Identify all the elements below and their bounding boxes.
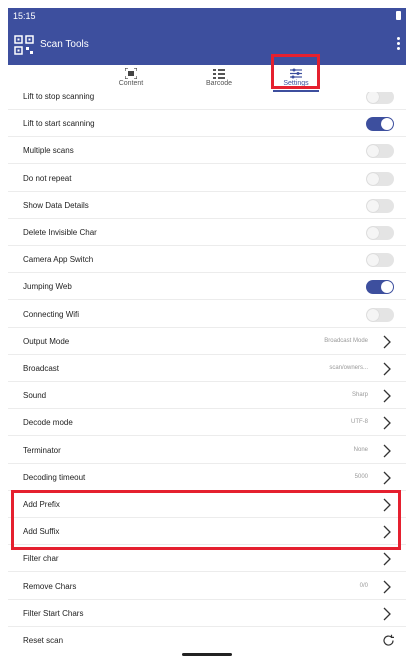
tab-content[interactable]: Content [86, 65, 176, 92]
setting-label: Delete Invisible Char [23, 228, 97, 237]
setting-row-filter-start-chars[interactable]: Filter Start Chars [8, 600, 406, 627]
setting-row-connecting-wifi[interactable]: Connecting Wifi [8, 301, 406, 328]
setting-label: Remove Chars [23, 581, 77, 591]
setting-label: Camera App Switch [23, 255, 94, 265]
scan-icon [125, 68, 137, 79]
chevron-right-icon [383, 389, 391, 403]
setting-label: Multiple scans [23, 146, 74, 156]
setting-row-broadcast[interactable]: Broadcast scan/owners... [8, 355, 406, 382]
chevron-right-icon [383, 335, 391, 349]
toggle-knob [367, 227, 379, 239]
setting-label: Reset scan [23, 636, 64, 645]
toggle-knob [381, 281, 393, 294]
chevron-right-icon [383, 416, 391, 430]
chevron-right-icon [383, 362, 391, 376]
setting-label: Broadcast [23, 364, 60, 373]
toggle-knob [381, 118, 393, 131]
setting-row-do-not-repeat[interactable]: Do not repeat [8, 165, 406, 192]
toggle-knob [367, 199, 379, 212]
setting-label: Filter char [23, 554, 59, 564]
setting-row-jumping-web[interactable]: Jumping Web [8, 273, 406, 301]
lift-to-start-scanning-toggle[interactable] [366, 117, 394, 132]
toggle-knob [367, 172, 379, 185]
setting-label: Sound [23, 391, 47, 401]
setting-value: None [353, 446, 368, 453]
setting-row-decode-mode[interactable]: Decode mode UTF-8 [8, 409, 406, 437]
setting-row-lift-to-stop-scanning[interactable]: Lift to stop scanning [8, 92, 406, 110]
toggle-knob [367, 145, 379, 158]
setting-label: Terminator [23, 445, 61, 455]
app-title: Scan Tools [40, 39, 89, 50]
setting-row-reset-scan[interactable]: Reset scan [8, 627, 406, 652]
settings-tab-highlight [271, 54, 320, 89]
setting-value: scan/owners... [329, 365, 368, 371]
navigation-bar [8, 652, 406, 657]
status-bar: 15:15 [8, 8, 406, 25]
setting-label: Jumping Web [23, 282, 72, 292]
setting-value: 5000 [354, 473, 368, 480]
setting-label: Connecting Wifi [23, 309, 80, 319]
chevron-right-icon [383, 580, 391, 594]
show-data-details-toggle[interactable] [366, 198, 394, 213]
setting-label: Lift to stop scanning [23, 92, 95, 101]
connecting-wifi-toggle[interactable] [366, 307, 394, 322]
setting-row-terminator[interactable]: Terminator None [8, 437, 406, 464]
toggle-knob [367, 254, 379, 267]
multiple-scans-toggle[interactable] [366, 144, 394, 159]
toggle-knob [367, 92, 379, 103]
app-bar: Scan Tools [8, 25, 406, 65]
refresh-icon[interactable] [382, 634, 395, 647]
tab-label: Content [118, 80, 144, 87]
chevron-right-icon [383, 471, 391, 485]
setting-row-delete-invisible-char[interactable]: Delete Invisible Char [8, 219, 406, 246]
chevron-right-icon [383, 444, 391, 458]
setting-label: Show Data Details [23, 200, 89, 210]
tab-bar: Content Barcode Settings [8, 65, 406, 92]
setting-row-multiple-scans[interactable]: Multiple scans [8, 137, 406, 165]
setting-row-show-data-details[interactable]: Show Data Details [8, 192, 406, 219]
app-window: 15:15 Scan Tools Content Barcode Setting… [8, 8, 406, 657]
setting-row-output-mode[interactable]: Output Mode Broadcast Mode [8, 328, 406, 355]
overflow-menu-icon[interactable] [394, 35, 402, 55]
setting-label: Lift to start scanning [23, 119, 95, 129]
chevron-right-icon [383, 552, 391, 566]
setting-label: Output Mode [23, 336, 70, 346]
lift-to-stop-scanning-toggle[interactable] [366, 92, 394, 104]
setting-row-remove-chars[interactable]: Remove Chars 0/0 [8, 573, 406, 600]
setting-value: UTF-8 [351, 419, 368, 426]
app-logo-icon [14, 35, 34, 55]
toggle-knob [367, 308, 379, 321]
settings-list: Lift to stop scanning Lift to start scann… [8, 92, 406, 652]
home-indicator[interactable] [182, 653, 232, 656]
setting-label: Decode mode [23, 418, 73, 428]
prefix-suffix-highlight [11, 490, 401, 550]
setting-row-decoding-timeout[interactable]: Decoding timeout 5000 [8, 464, 406, 491]
setting-label: Do not repeat [23, 173, 72, 183]
setting-label: Filter Start Chars [23, 608, 84, 618]
setting-row-lift-to-start-scanning[interactable]: Lift to start scanning [8, 110, 406, 138]
battery-icon [396, 11, 401, 20]
delete-invisible-char-toggle[interactable] [366, 226, 394, 240]
barcode-list-icon [213, 69, 225, 79]
setting-value: Broadcast Mode [324, 337, 368, 344]
camera-app-switch-toggle[interactable] [366, 253, 394, 268]
setting-row-sound[interactable]: Sound Sharp [8, 382, 406, 410]
chevron-right-icon [383, 607, 391, 621]
status-time: 15:15 [13, 11, 36, 21]
setting-value: Sharp [351, 392, 368, 399]
do-not-repeat-toggle[interactable] [366, 171, 394, 186]
setting-row-camera-app-switch[interactable]: Camera App Switch [8, 246, 406, 274]
setting-label: Decoding timeout [23, 472, 86, 482]
setting-value: 0/0 [359, 582, 368, 589]
jumping-web-toggle[interactable] [366, 280, 394, 295]
